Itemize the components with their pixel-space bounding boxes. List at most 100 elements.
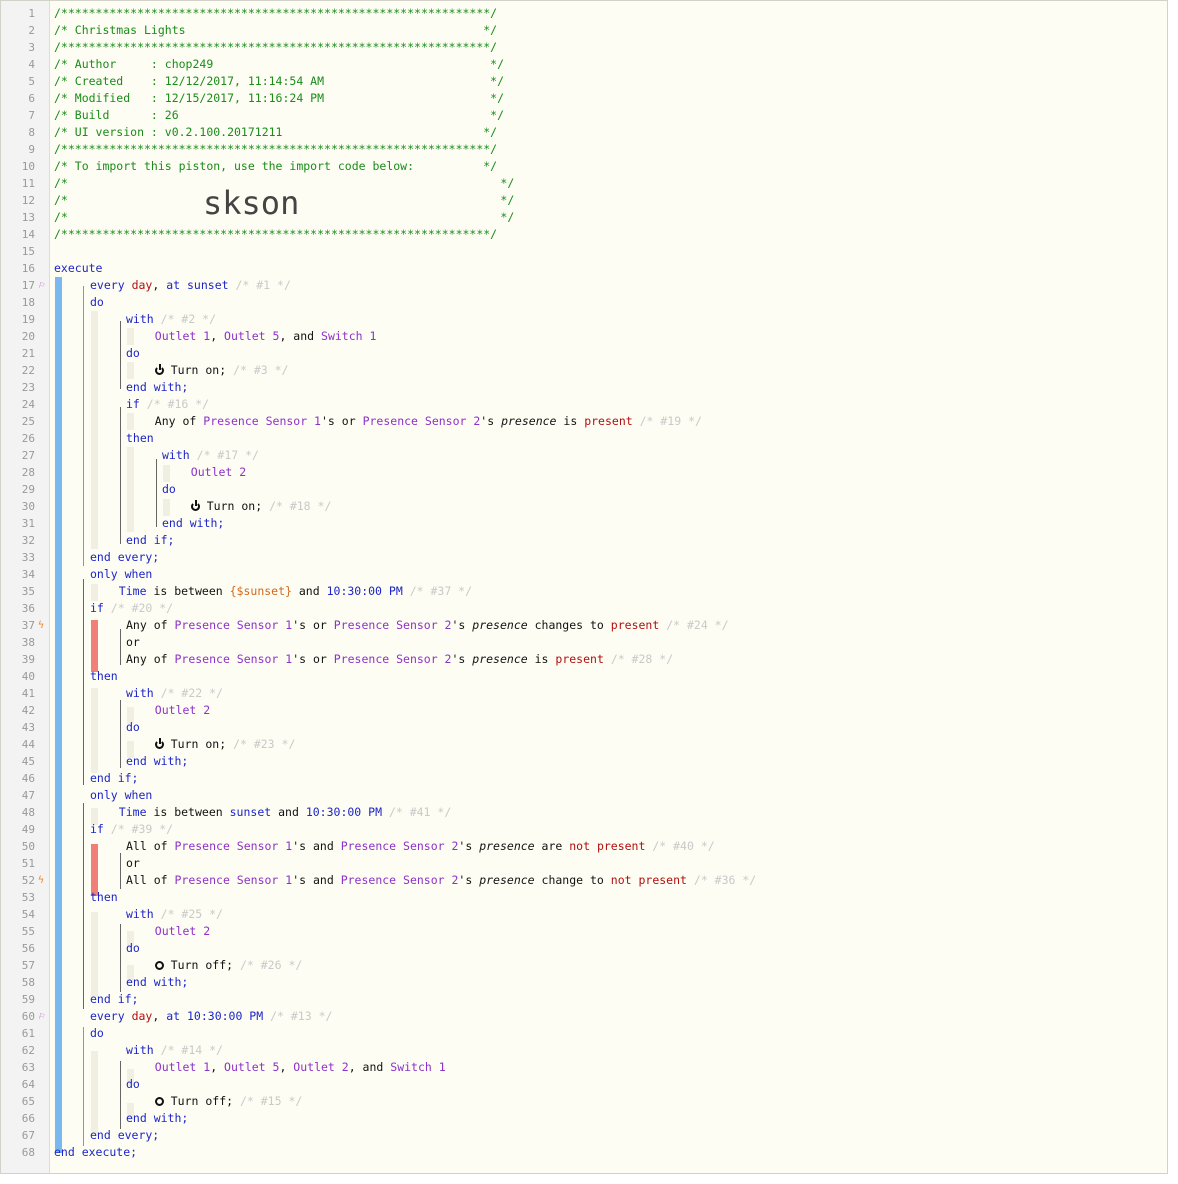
code-line[interactable]: /* [54,175,68,192]
code-line[interactable]: /* Modified : 12/15/2017, 11:16:24 PM */ [54,90,504,107]
code-line[interactable]: Any of Presence Sensor 1's or Presence S… [126,617,729,634]
code-line[interactable]: do [126,1076,140,1093]
code-line[interactable]: Outlet 1, Outlet 5, and Switch 1 [155,328,377,345]
device-name[interactable]: Presence Sensor 2 [341,873,459,887]
device-name[interactable]: Presence Sensor 1 [174,618,292,632]
code-line[interactable]: end with; [162,515,224,532]
code-line[interactable]: */ [500,209,514,226]
code-line[interactable]: with /* #2 */ [126,311,216,328]
end-execute-line[interactable]: end execute; [54,1144,137,1161]
code-line[interactable]: end every; [90,549,159,566]
device-name[interactable]: Switch 1 [390,1060,445,1074]
code-line[interactable]: /* Created : 12/12/2017, 11:14:54 AM */ [54,73,504,90]
code-line[interactable]: /* Christmas Lights */ [54,22,497,39]
code-line[interactable]: /***************************************… [54,226,497,243]
device-name[interactable]: Switch 1 [321,329,376,343]
code-line[interactable]: Turn on; /* #23 */ [154,736,295,753]
code-line[interactable]: end with; [126,379,188,396]
code-line[interactable]: then [126,430,154,447]
statement-id: /* #1 */ [235,278,291,292]
code-line[interactable]: or [126,855,140,872]
device-name[interactable]: Outlet 2 [191,465,246,479]
code-line[interactable]: end if; [126,532,174,549]
line-number: 34 [21,568,35,581]
device-name[interactable]: Outlet 5 [224,1060,279,1074]
code-line[interactable]: or [126,634,140,651]
code-line[interactable]: Time is between {$sunset} and 10:30:00 P… [119,583,472,600]
code-line[interactable]: do [90,1025,104,1042]
code-line[interactable]: do [126,719,140,736]
every-1030-line[interactable]: every day, at 10:30:00 PM /* #13 */ [90,1008,332,1025]
code-line[interactable]: /* [54,192,68,209]
code-line[interactable]: do [90,294,104,311]
code-line[interactable]: /* [54,209,68,226]
code-line[interactable]: end if; [90,991,138,1008]
code-line[interactable]: end with; [126,753,188,770]
power-on-icon [154,364,164,375]
comment-border: /***************************************… [54,6,498,20]
code-line[interactable]: All of Presence Sensor 1's and Presence … [126,838,715,855]
execute-line[interactable]: execute [54,260,102,277]
device-name[interactable]: Outlet 2 [155,924,210,938]
code-line[interactable]: Turn off; /* #26 */ [154,957,302,974]
code-line[interactable]: with /* #17 */ [162,447,259,464]
code-line[interactable]: Time is between sunset and 10:30:00 PM /… [119,804,451,821]
code-line[interactable]: /***************************************… [54,141,497,158]
comment-close: */ [500,176,515,190]
code-line[interactable]: if /* #39 */ [90,821,173,838]
device-name[interactable]: Presence Sensor 1 [203,414,321,428]
code-line[interactable]: do [162,481,176,498]
value: not present [610,873,687,887]
code-line[interactable]: /* Build : 26 */ [54,107,504,124]
device-name[interactable]: Presence Sensor 1 [174,652,292,666]
code-line[interactable]: /* Author : chop249 */ [54,56,504,73]
code-line[interactable]: if /* #16 */ [126,396,209,413]
device-name[interactable]: Presence Sensor 2 [334,652,452,666]
code-line[interactable]: Turn off; /* #15 */ [154,1093,302,1110]
code-line[interactable]: Outlet 2 [155,923,210,940]
code-line[interactable]: end with; [126,1110,188,1127]
device-name[interactable]: Outlet 2 [155,703,210,717]
code-line[interactable]: with /* #22 */ [126,685,223,702]
device-name[interactable]: Outlet 1 [155,1060,210,1074]
device-name[interactable]: Outlet 2 [293,1060,348,1074]
device-name[interactable]: Outlet 5 [224,329,279,343]
code-line[interactable]: /* UI version : v0.2.100.20171211 */ [54,124,497,141]
code-line[interactable]: Outlet 1, Outlet 5, Outlet 2, and Switch… [155,1059,446,1076]
code-line[interactable]: Outlet 2 [191,464,246,481]
code-line[interactable]: end with; [126,974,188,991]
code-line[interactable]: end if; [90,770,138,787]
code-line[interactable]: Outlet 2 [155,702,210,719]
device-name[interactable]: Presence Sensor 2 [341,839,459,853]
code-line[interactable]: Turn on; /* #3 */ [154,362,288,379]
code-line[interactable]: Turn on; /* #18 */ [190,498,331,515]
code-line[interactable]: Any of Presence Sensor 1's or Presence S… [155,413,702,430]
code-line[interactable]: if /* #20 */ [90,600,173,617]
code-line[interactable]: end every; [90,1127,159,1144]
code-line[interactable]: /***************************************… [54,5,497,22]
code-line[interactable]: then [90,889,118,906]
every-sunset-line[interactable]: every day, at sunset /* #1 */ [90,277,291,294]
code-line[interactable]: /***************************************… [54,39,497,56]
code-line[interactable]: */ [500,192,514,209]
device-name[interactable]: Presence Sensor 1 [174,873,292,887]
code-line[interactable]: with /* #25 */ [126,906,223,923]
code-line[interactable]: then [90,668,118,685]
device-name[interactable]: Outlet 1 [155,329,210,343]
word: All of [126,873,168,887]
code-line[interactable]: /* To import this piston, use the import… [54,158,497,175]
code-line[interactable]: All of Presence Sensor 1's and Presence … [126,872,756,889]
lightning-bolt-icon: ϟ [38,875,45,886]
code-line[interactable]: only when [90,787,152,804]
device-name[interactable]: Presence Sensor 1 [174,839,292,853]
device-name[interactable]: Presence Sensor 2 [363,414,481,428]
device-name[interactable]: Presence Sensor 2 [334,618,452,632]
code-line[interactable]: only when [90,566,152,583]
line-number-gutter: 1 2 3 4 5 6 7 8 9 10 11 12 13 14 15 16 17 18 19 20 21 22 23 24 2… [1,1,50,1173]
code-line[interactable]: */ [500,175,514,192]
code-line[interactable]: do [126,940,140,957]
code-line[interactable]: Any of Presence Sensor 1's or Presence S… [126,651,673,668]
code-line[interactable]: with /* #14 */ [126,1042,223,1059]
code-line[interactable]: do [126,345,140,362]
keyword: end with; [126,975,189,989]
